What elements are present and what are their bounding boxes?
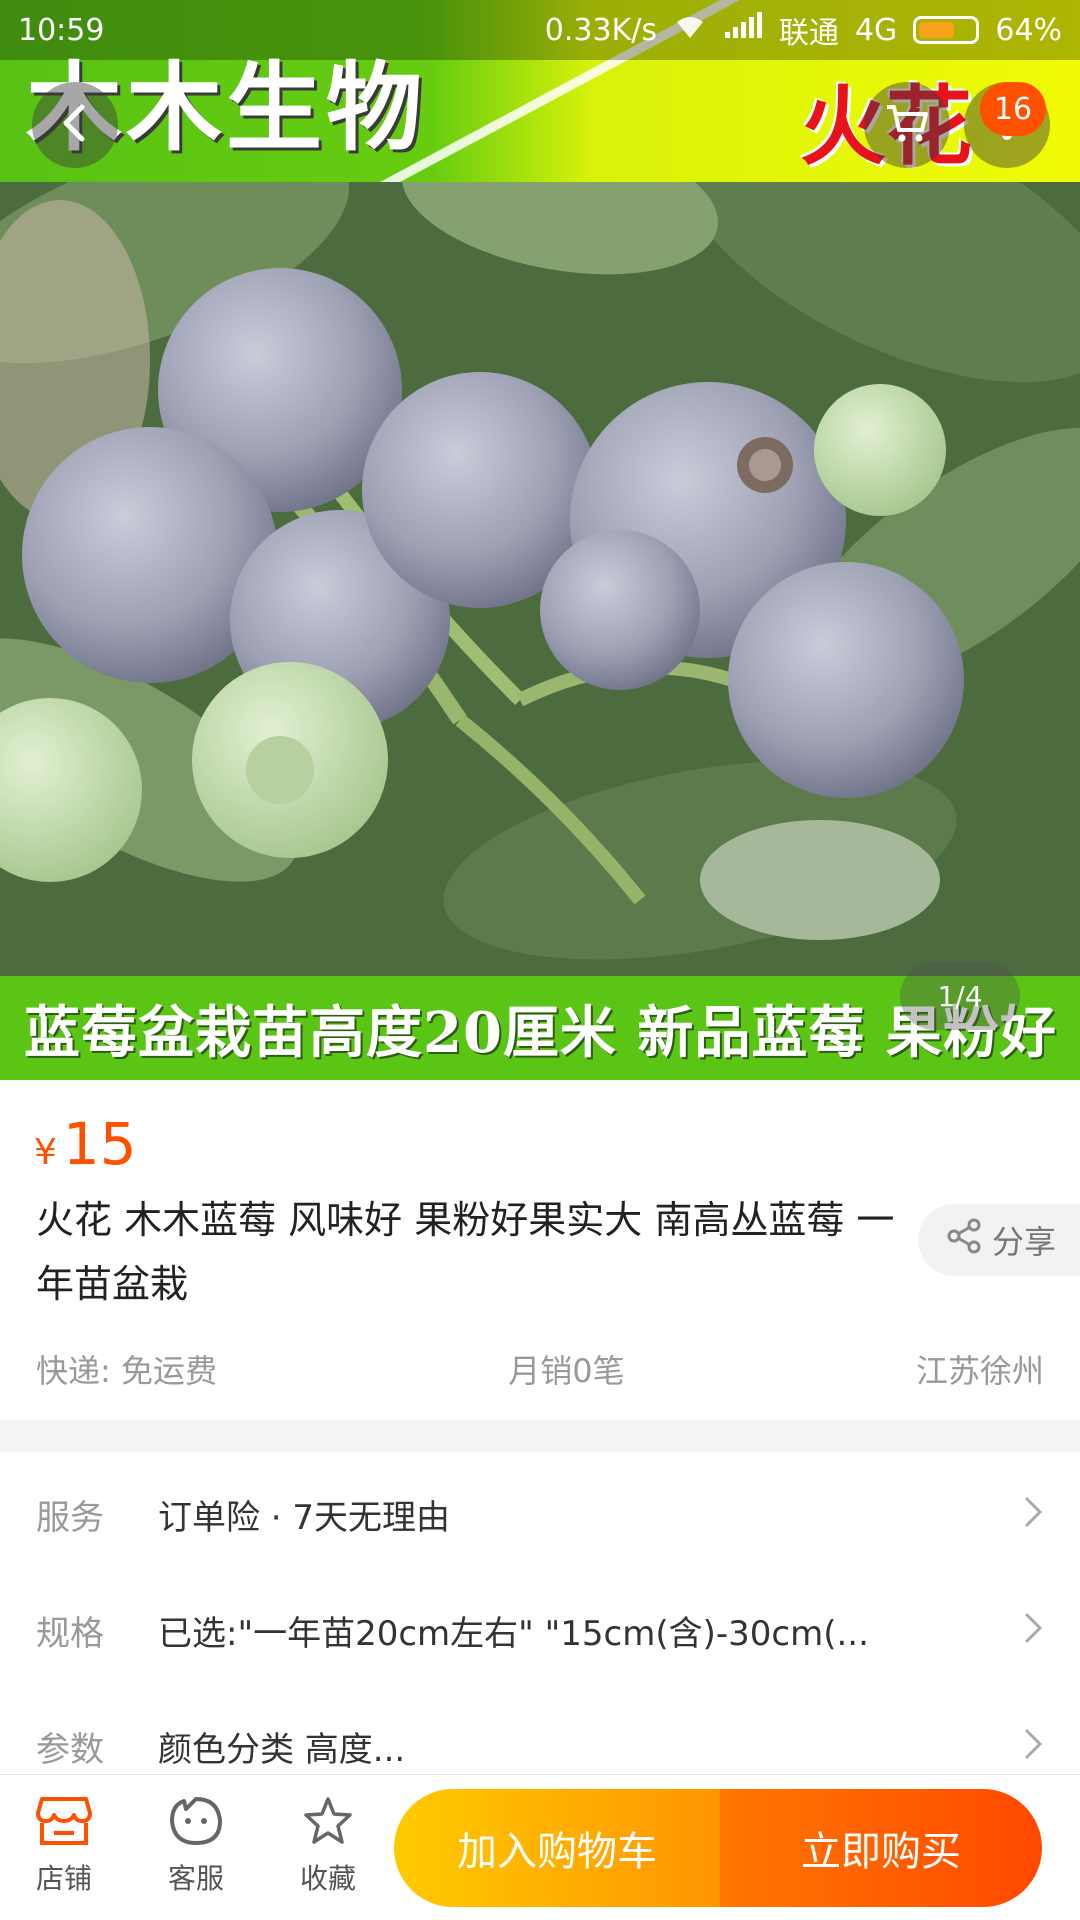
back-button[interactable] xyxy=(32,82,118,168)
bottom-action-bar: 店铺 客服 收藏 加入购物车 立即购买 xyxy=(0,1774,1080,1920)
chevron-right-icon xyxy=(1022,1610,1044,1650)
signal-icon xyxy=(723,12,763,48)
service-value: 订单险 · 7天无理由 xyxy=(158,1497,451,1538)
price: ¥ 15 xyxy=(34,1110,137,1178)
product-info: ¥ 15 火花 木木蓝莓 风味好 果粉好果实大 南高丛蓝莓 一年苗盆栽 分享 快… xyxy=(0,1080,1080,1420)
monthly-sales: 月销0笔 xyxy=(508,1352,625,1390)
status-net-speed: 0.33K/s xyxy=(544,12,657,48)
share-icon xyxy=(946,1218,982,1262)
customer-service-tab[interactable]: 客服 xyxy=(136,1795,256,1897)
share-label: 分享 xyxy=(992,1223,1057,1261)
cart-icon xyxy=(884,102,930,148)
status-time: 10:59 xyxy=(18,12,105,48)
cart-count-badge: 16 xyxy=(980,82,1046,136)
product-meta: 快递: 免运费 月销0笔 江苏徐州 xyxy=(36,1346,1044,1392)
status-carrier: 联通 xyxy=(778,16,839,51)
product-title: 火花 木木蓝莓 风味好 果粉好果实大 南高丛蓝莓 一年苗盆栽 xyxy=(36,1198,895,1306)
ship-location: 江苏徐州 xyxy=(915,1352,1044,1390)
image-counter: 1/4 xyxy=(900,962,1020,1030)
service-row[interactable]: 服务 订单险 · 7天无理由 xyxy=(0,1456,1080,1572)
share-button[interactable]: 分享 xyxy=(918,1204,1080,1276)
status-bar: 10:59 0.33K/s 联通 4G 64% xyxy=(0,0,1080,60)
favorite-tab[interactable]: 收藏 xyxy=(268,1795,388,1897)
cart-button[interactable] xyxy=(864,82,950,168)
buy-now-button[interactable]: 立即购买 xyxy=(720,1789,1042,1907)
status-battery: 64% xyxy=(995,12,1062,48)
battery-icon xyxy=(913,16,980,44)
back-arrow-icon xyxy=(58,103,92,147)
shop-label: 店铺 xyxy=(35,1862,92,1895)
customer-service-icon xyxy=(168,1795,224,1851)
spec-row[interactable]: 规格 已选:"一年苗20cm左右" "15cm(含)-30cm(... xyxy=(0,1572,1080,1688)
spec-label: 规格 xyxy=(36,1613,104,1654)
param-value: 颜色分类 高度... xyxy=(158,1729,406,1770)
param-label: 参数 xyxy=(36,1729,104,1770)
shipping-info: 快递: 免运费 xyxy=(36,1352,217,1390)
currency-symbol: ¥ xyxy=(34,1132,57,1173)
shop-tab[interactable]: 店铺 xyxy=(4,1795,124,1897)
star-icon xyxy=(300,1795,356,1851)
service-label: 服务 xyxy=(36,1497,104,1538)
wifi-icon xyxy=(673,12,707,48)
favorite-label: 收藏 xyxy=(299,1862,356,1895)
chevron-right-icon xyxy=(1022,1494,1044,1534)
customer-service-label: 客服 xyxy=(167,1862,224,1895)
add-to-cart-button[interactable]: 加入购物车 xyxy=(394,1789,720,1907)
chevron-right-icon xyxy=(1022,1726,1044,1766)
price-value: 15 xyxy=(62,1110,137,1178)
section-divider xyxy=(0,1420,1080,1452)
shop-icon xyxy=(36,1795,92,1851)
spec-value: 已选:"一年苗20cm左右" "15cm(含)-30cm(... xyxy=(158,1613,869,1654)
status-network: 4G xyxy=(854,12,898,48)
